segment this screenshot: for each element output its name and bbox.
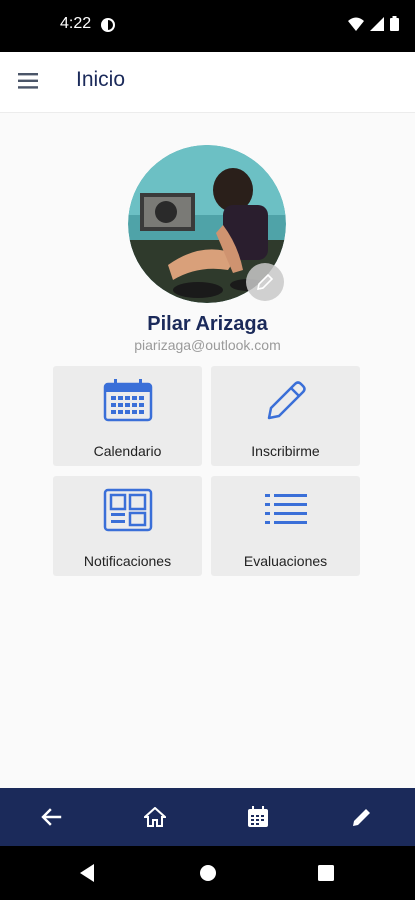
bottom-navigation <box>0 788 415 846</box>
evaluaciones-card[interactable]: Evaluaciones <box>211 476 360 576</box>
page-title: Inicio <box>76 68 126 91</box>
profile-email: piarizaga@outlook.com <box>134 337 281 353</box>
battery-icon <box>390 16 399 31</box>
pencil-icon <box>267 381 306 420</box>
calendar-card-label: Calendario <box>93 443 162 459</box>
pencil-icon <box>256 273 274 291</box>
inscribirme-card-label: Inscribirme <box>251 443 320 459</box>
back-arrow-icon <box>41 808 62 826</box>
back-button[interactable] <box>36 802 66 832</box>
status-time: 4:22 <box>60 15 92 32</box>
profile-name: Pilar Arizaga <box>147 313 268 335</box>
status-icons <box>348 16 399 31</box>
system-home-icon[interactable] <box>198 863 218 883</box>
status-bar: 4:22 <box>0 0 415 52</box>
list-icon <box>264 494 307 524</box>
home-icon <box>144 807 166 827</box>
system-recents-icon[interactable] <box>317 864 335 882</box>
calendar-icon <box>103 379 152 422</box>
sync-icon <box>101 18 115 32</box>
dashboard-icon <box>103 488 152 532</box>
system-navigation-bar <box>0 846 415 900</box>
wifi-icon <box>348 17 364 31</box>
edit-nav-button[interactable] <box>347 802 377 832</box>
edit-avatar-button[interactable] <box>246 263 284 301</box>
notificaciones-card-label: Notificaciones <box>83 553 172 569</box>
notificaciones-card[interactable]: Notificaciones <box>53 476 202 576</box>
home-button[interactable] <box>140 802 170 832</box>
hamburger-menu-icon[interactable] <box>18 72 40 90</box>
app-bar: Inicio <box>0 52 415 113</box>
inscribirme-card[interactable]: Inscribirme <box>211 366 360 466</box>
edit-icon <box>353 809 370 826</box>
calendar-nav-button[interactable] <box>243 802 273 832</box>
calendar-icon <box>248 806 268 827</box>
signal-icon <box>370 16 384 31</box>
system-back-icon[interactable] <box>78 863 96 883</box>
calendar-card[interactable]: Calendario <box>53 366 202 466</box>
evaluaciones-card-label: Evaluaciones <box>243 553 328 569</box>
